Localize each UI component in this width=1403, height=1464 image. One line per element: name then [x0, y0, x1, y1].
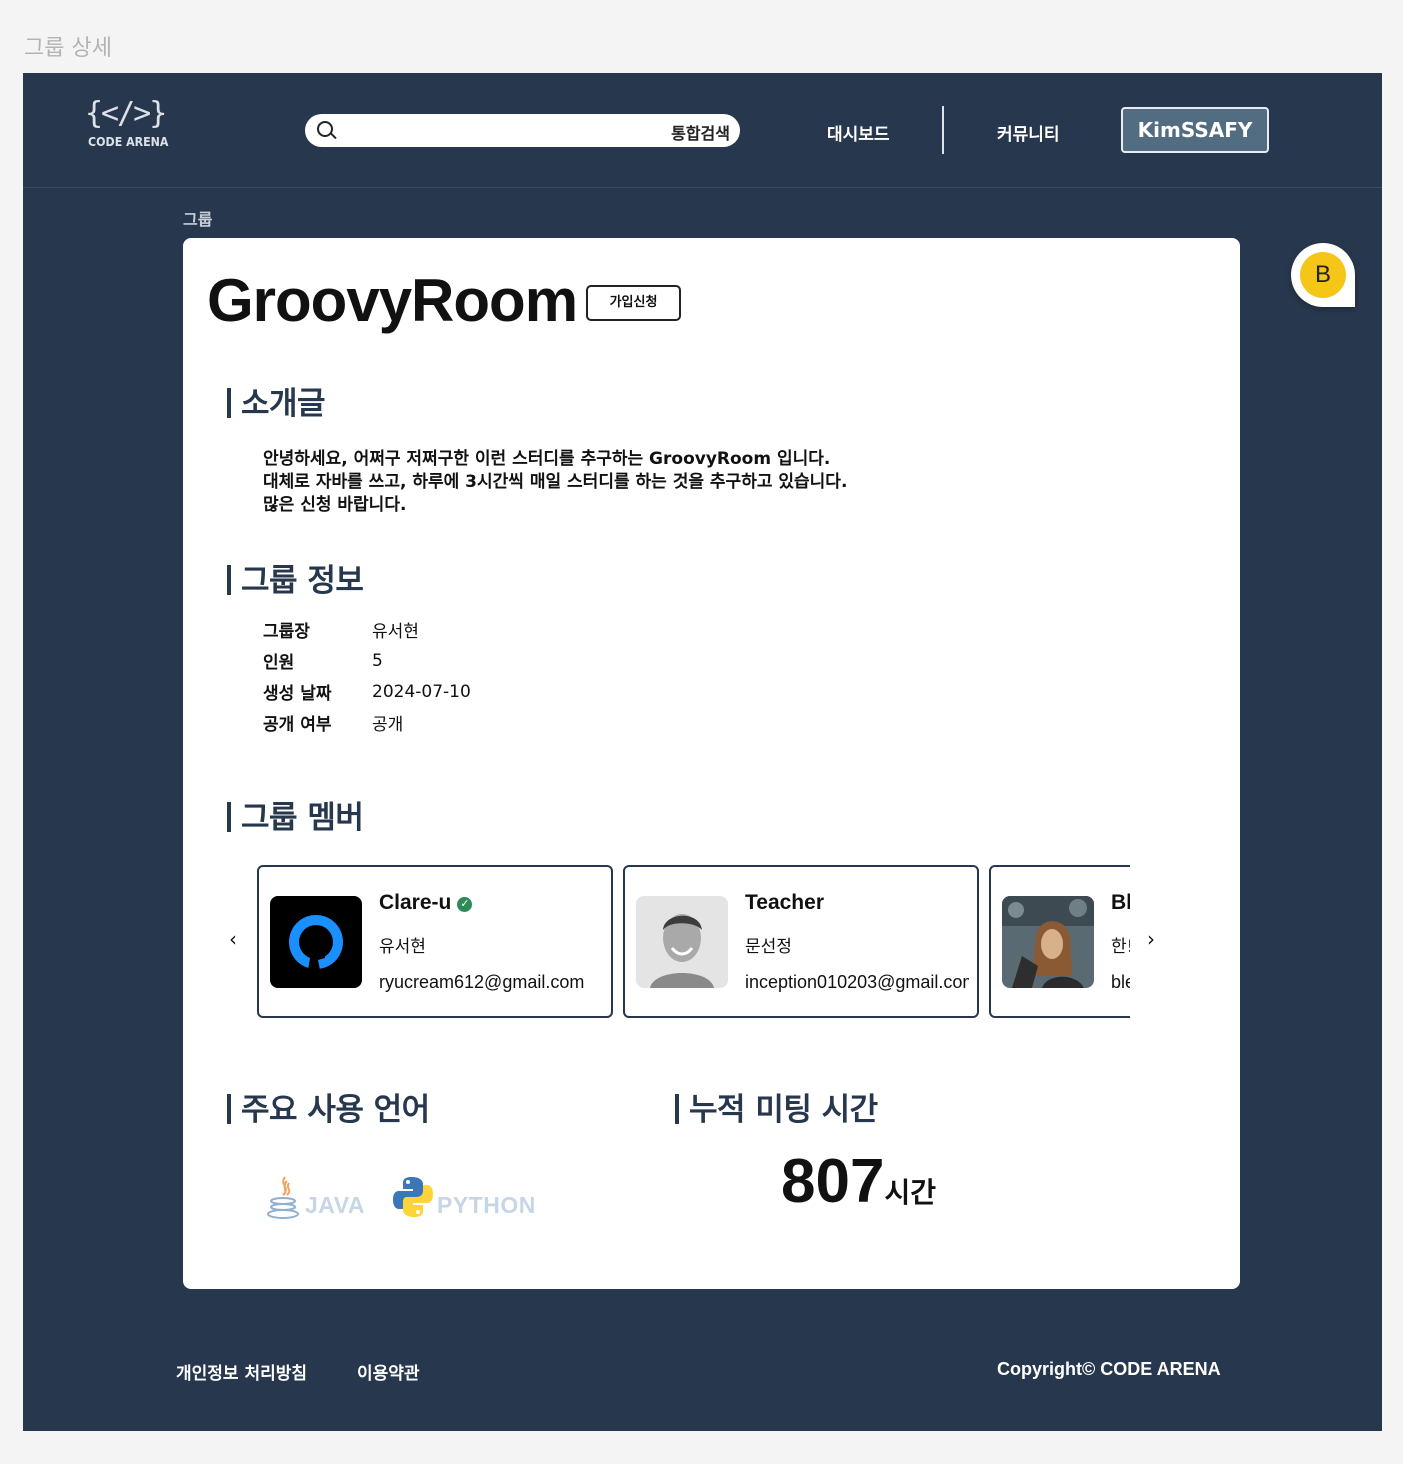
- search-input[interactable]: [345, 118, 625, 143]
- section-title-languages: 주요 사용 언어: [227, 1084, 430, 1129]
- language-python: PYTHON: [391, 1173, 541, 1223]
- member-avatar: [270, 896, 362, 988]
- group-title: GroovyRoom: [207, 267, 578, 334]
- meeting-value: 807: [781, 1147, 885, 1216]
- nav-community[interactable]: 커뮤니티: [997, 120, 1060, 145]
- member-carousel: ‹ Clare-u ✓ 유서현 ryucream612@gmail.com Te…: [223, 865, 1173, 1021]
- member-realname: 문선정: [745, 937, 792, 957]
- member-email: ryucream612@gmail.com: [379, 972, 585, 992]
- section-title-meeting: 누적 미팅 시간: [675, 1084, 878, 1129]
- intro-line: 안녕하세요, 어쩌구 저쩌구한 이런 스터디를 추구하는 GroovyRoom …: [263, 449, 831, 469]
- language-label: PYTHON: [437, 1192, 536, 1218]
- footer-terms-link[interactable]: 이용약관: [357, 1359, 420, 1384]
- member-realname: 유서현: [379, 937, 426, 957]
- info-value: 2024-07-10: [372, 681, 471, 702]
- section-title-members: 그룹 멤버: [227, 792, 364, 837]
- member-realname: 한!: [1111, 937, 1130, 957]
- search-icon[interactable]: [317, 121, 337, 141]
- nav-dashboard[interactable]: 대시보드: [827, 120, 890, 145]
- floating-avatar-button[interactable]: B: [1291, 243, 1355, 307]
- info-key: 그룹장: [263, 622, 310, 642]
- search-bar: 통합검색: [305, 114, 740, 147]
- logo-text: CODE ARENA: [88, 135, 169, 149]
- silhouette-avatar-icon: [270, 896, 362, 988]
- member-email: ble: [1111, 972, 1130, 992]
- person-photo-icon: [636, 896, 728, 988]
- chevron-left-icon[interactable]: ‹: [229, 927, 237, 951]
- group-info-table: 그룹장 유서현 인원 5 생성 날짜 2024-07-10 공개 여부 공개: [263, 614, 471, 738]
- intro-line: 많은 신청 바랍니다.: [263, 495, 407, 515]
- verified-check-icon: ✓: [457, 897, 473, 912]
- nav-divider: [942, 106, 944, 154]
- frame-label: 그룹 상세: [24, 36, 112, 61]
- person-photo-icon: [1002, 896, 1094, 988]
- chevron-right-icon[interactable]: ›: [1147, 927, 1155, 951]
- logo[interactable]: {</>} CODE ARENA: [85, 96, 169, 150]
- section-title-intro: 소개글: [227, 378, 326, 423]
- footer-privacy-link[interactable]: 개인정보 처리방침: [176, 1359, 307, 1384]
- member-card[interactable]: Bl 한! ble: [989, 865, 1130, 1018]
- app-window: {</>} CODE ARENA 통합검색 대시보드 커뮤니티 KimSSAFY…: [23, 73, 1382, 1431]
- section-title-info: 그룹 정보: [227, 555, 364, 600]
- meeting-time: 807시간: [781, 1146, 936, 1217]
- user-profile-button[interactable]: KimSSAFY: [1121, 107, 1269, 153]
- java-icon: [267, 1176, 299, 1219]
- group-detail-card: GroovyRoom 가입신청 소개글 안녕하세요, 어쩌구 저쩌구한 이런 스…: [183, 238, 1240, 1289]
- info-row-created: 생성 날짜 2024-07-10: [263, 676, 471, 707]
- search-button[interactable]: 통합검색: [671, 120, 730, 144]
- info-row-leader: 그룹장 유서현: [263, 614, 471, 645]
- python-icon: [393, 1177, 433, 1217]
- intro-line: 대체로 자바를 쓰고, 하루에 3시간씩 매일 스터디를 하는 것을 추구하고 …: [263, 472, 848, 492]
- join-button[interactable]: 가입신청: [586, 285, 681, 321]
- member-name: Clare-u ✓: [379, 891, 473, 915]
- info-row-visibility: 공개 여부 공개: [263, 707, 471, 738]
- member-card[interactable]: Teacher 문선정 inception010203@gmail.com: [623, 865, 979, 1018]
- language-java: JAVA: [267, 1173, 367, 1223]
- member-avatar: [636, 896, 728, 988]
- info-row-members: 인원 5: [263, 645, 471, 676]
- member-track: Clare-u ✓ 유서현 ryucream612@gmail.com Teac…: [257, 865, 1130, 1021]
- info-value: 유서현: [372, 622, 419, 642]
- breadcrumb[interactable]: 그룹: [183, 206, 212, 230]
- meeting-unit: 시간: [884, 1176, 936, 1209]
- info-key: 생성 날짜: [263, 684, 332, 704]
- info-value: 공개: [372, 715, 404, 735]
- footer-copyright: Copyright© CODE ARENA: [997, 1359, 1221, 1379]
- info-key: 인원: [263, 653, 295, 673]
- language-label: JAVA: [305, 1192, 365, 1218]
- code-brackets-icon: {</>}: [85, 96, 167, 131]
- member-name: Teacher: [745, 891, 824, 914]
- info-value: 5: [372, 650, 383, 671]
- floating-avatar-letter: B: [1300, 252, 1346, 298]
- member-email: inception010203@gmail.com: [745, 972, 969, 992]
- member-card[interactable]: Clare-u ✓ 유서현 ryucream612@gmail.com: [257, 865, 613, 1018]
- info-key: 공개 여부: [263, 715, 332, 735]
- member-name: Bl: [1111, 891, 1130, 914]
- intro-text: 안녕하세요, 어쩌구 저쩌구한 이런 스터디를 추구하는 GroovyRoom …: [263, 448, 847, 517]
- member-avatar: [1002, 896, 1094, 988]
- header: {</>} CODE ARENA 통합검색 대시보드 커뮤니티 KimSSAFY: [23, 73, 1382, 188]
